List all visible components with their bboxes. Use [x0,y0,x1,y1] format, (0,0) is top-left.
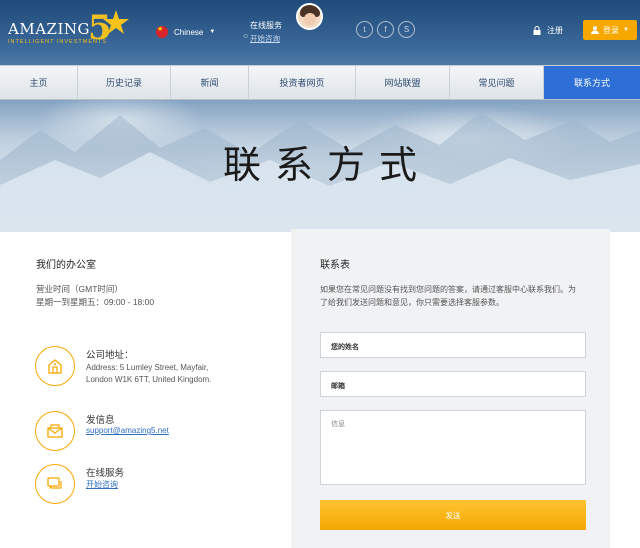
china-flag-icon [156,25,168,38]
nav-label: 常见问题 [478,78,515,88]
nav-label: 新闻 [200,78,219,88]
login-label: 登录 [603,25,620,35]
support-agent-avatar [296,3,323,30]
skype-icon[interactable]: S [398,21,415,38]
nav-item-faq[interactable]: 常见问题 [450,66,544,99]
lock-icon [533,26,541,35]
twitter-icon[interactable]: t [356,21,373,38]
nav-label: 主页 [29,78,48,88]
chevron-down-icon: ▼ [623,27,629,33]
email-input[interactable]: 邮箱 [320,371,586,397]
hours-line: 星期一到星期五：09:00 - 18:00 [36,297,155,307]
user-icon [591,26,600,34]
building-icon [35,346,75,386]
nav-item-affiliates[interactable]: 网站联盟 [356,66,450,99]
chat-bubble-icon [35,464,75,504]
nav-item-news[interactable]: 新闻 [171,66,249,99]
login-button[interactable]: 登录 ▼ [583,20,637,40]
chevron-down-icon: ▼ [209,29,216,35]
address-text: Address: 5 Lumley Street, Mayfair, Londo… [86,362,276,386]
send-button[interactable]: 发送 [320,500,586,530]
envelope-icon [35,411,75,451]
brand-logo[interactable]: AMAZING INTELLIGENT INVESTMENTS 5 [8,6,129,48]
logo-number: 5 [88,8,112,46]
contact-form: 联系表 如果您在常见问题没有找到您问题的答案，请通过客服中心联系我们。为了给我们… [291,229,610,548]
online-service: 在线服务 ☺ 开始咨询 [242,20,300,44]
message-textarea[interactable]: 信息 [320,410,586,485]
message-heading: 发信息 [86,415,115,426]
nav-label: 投资者网页 [279,78,325,88]
nav-item-history[interactable]: 历史记录 [78,66,171,99]
business-hours: 营业时间（GMT时间） 星期一到星期五：09:00 - 18:00 [36,283,154,309]
hours-line: 营业时间（GMT时间） [36,284,123,294]
nav-label: 历史记录 [105,78,142,88]
facebook-icon[interactable]: f [377,21,394,38]
nav-label: 联系方式 [573,78,610,88]
start-consult-link[interactable]: 开始咨询 [86,479,118,490]
form-title: 联系表 [320,260,350,271]
name-input[interactable]: 您的姓名 [320,332,586,358]
register-label: 注册 [547,26,563,35]
address-line: Address: 5 Lumley Street, Mayfair, [86,363,209,372]
logo-wordmark: AMAZING [8,20,90,38]
address-line: London W1K 6TT, United Kingdom. [86,375,212,384]
online-service-heading: 在线服务 [86,468,125,479]
message-block: 发信息 support@amazing5.net [35,411,275,455]
social-links: t f S [356,21,415,38]
nav-label: 网站联盟 [384,78,421,88]
support-email-link[interactable]: support@amazing5.net [86,426,169,435]
main-navigation: 主页 历史记录 新闻 投资者网页 网站联盟 常见问题 联系方式 [0,65,640,100]
office-title: 我们的办公室 [36,260,96,271]
online-service-block: 在线服务 开始咨询 [35,464,275,508]
online-service-title: 在线服务 [250,21,282,30]
language-label: Chinese [174,27,204,37]
register-link[interactable]: 注册 [533,25,563,36]
start-consult-link[interactable]: 开始咨询 [250,33,300,44]
nav-item-contact[interactable]: 联系方式 [544,66,640,99]
language-selector[interactable]: Chinese ▼ [156,25,216,38]
address-block: 公司地址： Address: 5 Lumley Street, Mayfair,… [35,346,275,390]
nav-item-home[interactable]: 主页 [0,66,78,99]
nav-item-investor-page[interactable]: 投资者网页 [249,66,356,99]
form-description: 如果您在常见问题没有找到您问题的答案，请通过客服中心联系我们。为了给我们发送问题… [320,285,576,307]
page-title: 联系方式 [222,143,431,187]
address-heading: 公司地址： [86,350,134,361]
star-logo-icon: 5 [88,8,129,46]
chat-icon: ☺ [242,33,250,40]
